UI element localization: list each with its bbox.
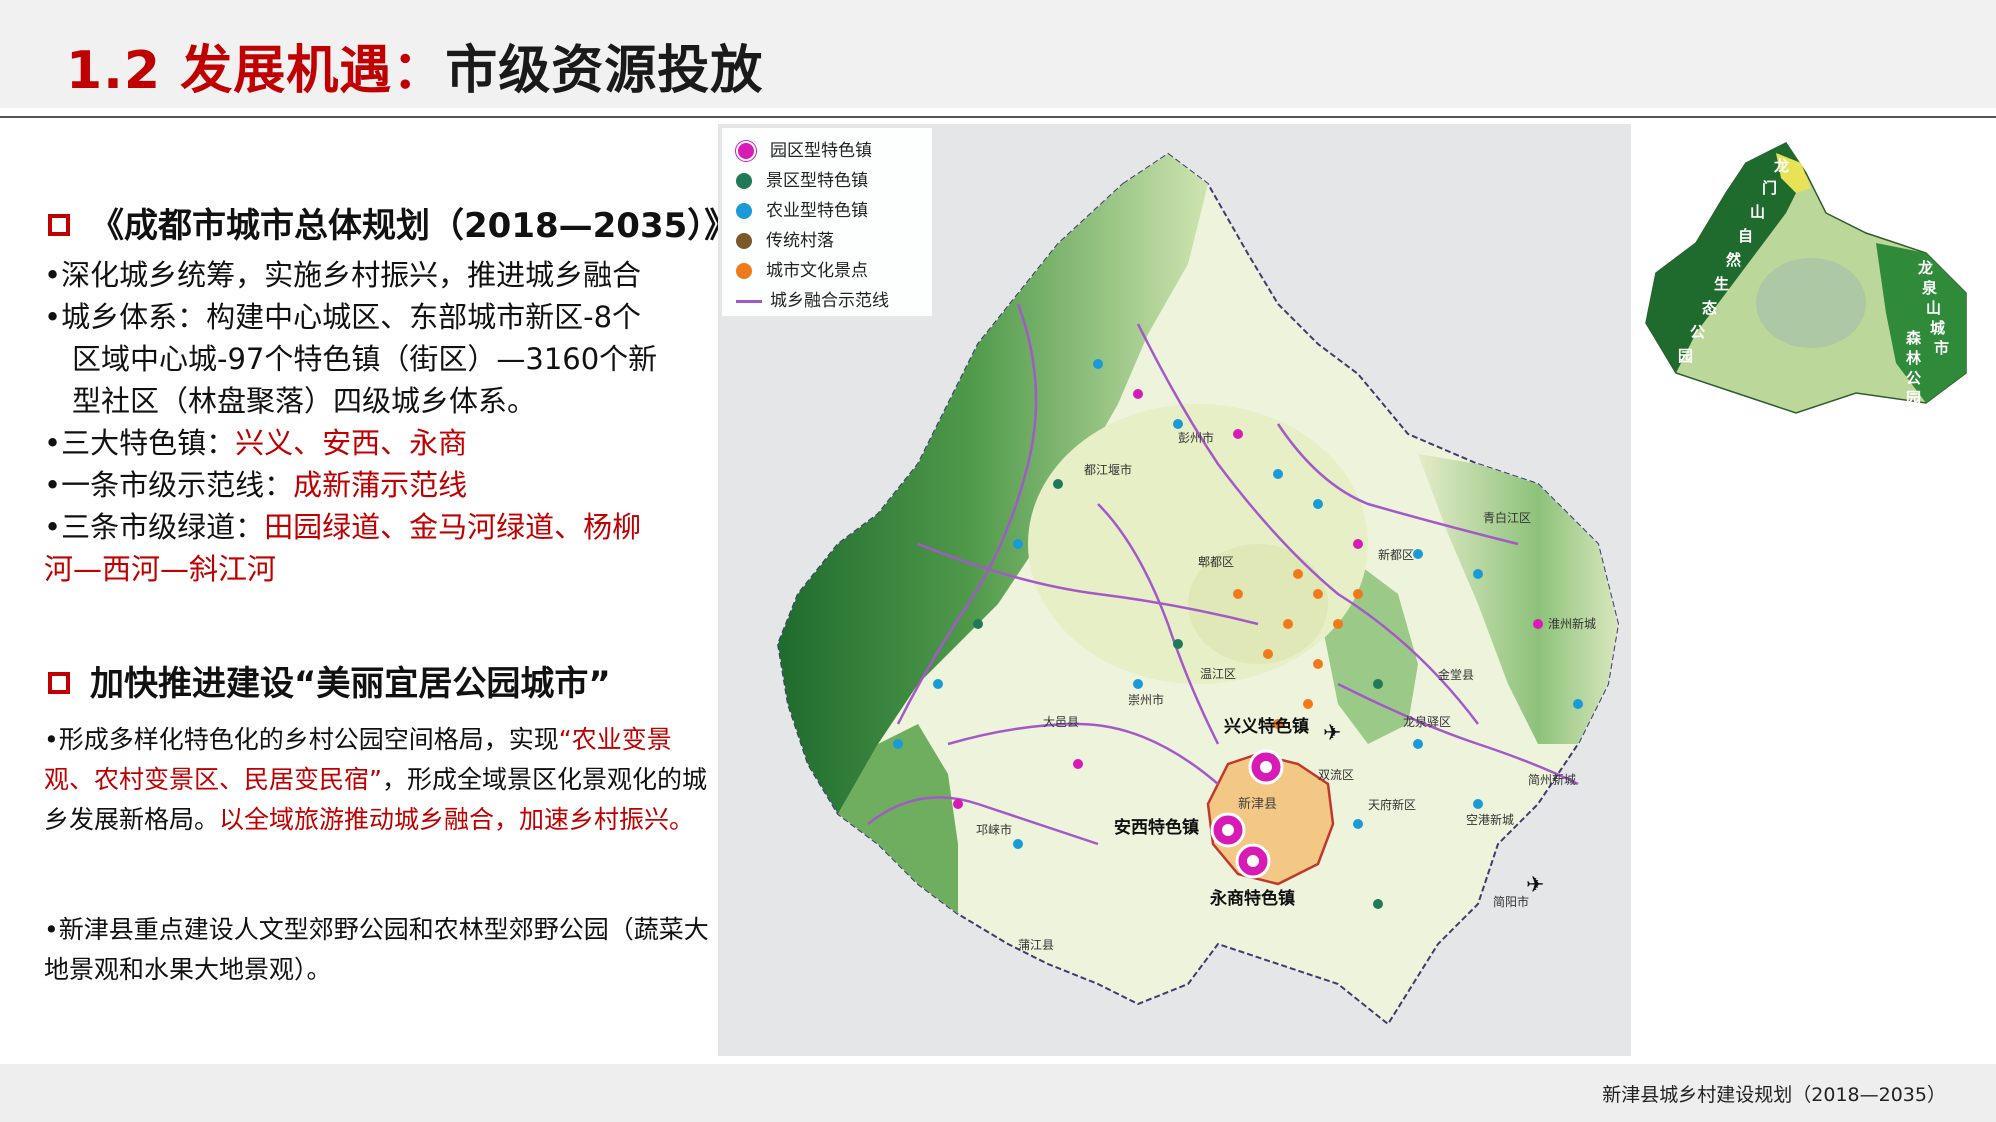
inset-char: 龙 xyxy=(1917,259,1933,277)
label-dujiangyan: 都江堰市 xyxy=(1084,462,1132,477)
green-dot-icon xyxy=(736,173,752,189)
footer-caption: 新津县城乡村建设规划（2018—2035） xyxy=(1602,1084,1946,1106)
section2-paragraph-2: •新津县重点建设人文型郊野公园和农林型郊野公园（蔬菜大地景观和水果大地景观）。 xyxy=(44,915,709,984)
label-yongshang: 永商特色镇 xyxy=(1209,888,1295,909)
section1-heading: 《成都市城市总体规划（2018—2035）》 xyxy=(48,198,738,247)
label-dayi: 大邑县 xyxy=(1043,715,1079,729)
section1-bullet-4: •一条市级示范线：成新蒲示范线 xyxy=(44,468,468,502)
page-title: 1.2 发展机遇：市级资源投放 xyxy=(66,28,763,103)
label-tianfu: 天府新区 xyxy=(1368,797,1416,812)
label-jianyang: 简阳市 xyxy=(1493,894,1529,909)
blue-dot-icon xyxy=(736,203,752,219)
inset-char: 山 xyxy=(1750,203,1765,221)
inset-svg: 龙 门 山 自 然 生 态 公 园 龙 泉 山 城 市 森 林 公 园 xyxy=(1645,142,1967,414)
label-kongang: 空港新城 xyxy=(1466,812,1514,827)
legend-item-demo-line: 城乡融合示范线 xyxy=(736,286,889,311)
inset-char: 森 xyxy=(1906,329,1922,347)
legend-item-park-town: 园区型特色镇 xyxy=(736,136,872,161)
inset-char: 城 xyxy=(1930,319,1945,337)
title-rest: 市级资源投放 xyxy=(445,41,764,101)
header-divider xyxy=(0,116,1996,118)
label-huaizhou: 淮州新城 xyxy=(1548,616,1596,631)
inset-char: 公 xyxy=(1690,323,1705,341)
section1-bullet-2-line3: 型社区（林盘聚落）四级城乡体系。 xyxy=(72,384,537,418)
section2-heading: 加快推进建设“美丽宜居公园城市” xyxy=(48,656,611,705)
inset-park-map: 龙 门 山 自 然 生 态 公 园 龙 泉 山 城 市 森 林 公 园 xyxy=(1636,133,1974,423)
legend-item-village: 传统村落 xyxy=(736,226,834,251)
label-pengzhou: 彭州市 xyxy=(1178,430,1214,445)
section1-bullet-2-line1: •城乡体系：构建中心城区、东部城市新区-8个 xyxy=(44,300,642,334)
inset-char: 林 xyxy=(1906,349,1922,367)
section2-paragraph-1: •形成多样化特色化的乡村公园空间格局，实现“农业变景观、农村变景区、民居变民宿”… xyxy=(44,725,707,834)
section1-bullet-1: •深化城乡统筹，实施乡村振兴，推进城乡融合 xyxy=(44,258,642,292)
label-qingbaijiang: 青白江区 xyxy=(1483,510,1531,525)
section1-bullet-2-line2: 区域中心城-97个特色镇（街区）—3160个新 xyxy=(72,342,658,376)
airport-icon: ✈ xyxy=(1323,721,1341,746)
label-longquan: 龙泉驿区 xyxy=(1403,715,1451,729)
section1-bullet-3: •三大特色镇：兴义、安西、永商 xyxy=(44,426,468,460)
inset-char: 然 xyxy=(1726,251,1741,269)
square-bullet-icon xyxy=(48,213,70,236)
label-shuangliu: 双流区 xyxy=(1318,768,1354,782)
inset-char: 市 xyxy=(1934,339,1949,357)
inset-city xyxy=(1756,258,1866,348)
label-qionglai: 邛崃市 xyxy=(976,822,1012,837)
inset-char: 龙 xyxy=(1773,157,1789,175)
magenta-dot-icon xyxy=(736,141,756,161)
purple-line-icon xyxy=(736,299,762,303)
label-chongzhou: 崇州市 xyxy=(1128,692,1164,707)
central-plain xyxy=(1028,404,1368,684)
square-bullet-icon xyxy=(48,671,70,694)
legend-item-culture: 城市文化景点 xyxy=(736,256,868,281)
title-number: 1.2 xyxy=(66,41,162,101)
inset-char: 态 xyxy=(1702,299,1717,317)
inset-char: 园 xyxy=(1678,347,1693,365)
label-xingyi: 兴义特色镇 xyxy=(1224,716,1309,737)
label-wenjiang: 温江区 xyxy=(1200,667,1236,681)
legend-item-agri-town: 农业型特色镇 xyxy=(736,196,868,221)
airport-icon-2: ✈ xyxy=(1526,873,1544,898)
section1-body: •深化城乡统筹，实施乡村振兴，推进城乡融合 •城乡体系：构建中心城区、东部城市新… xyxy=(44,254,724,590)
map-legend: 园区型特色镇 景区型特色镇 农业型特色镇 传统村落 城市文化景点 城乡融合示范线 xyxy=(722,128,932,316)
label-jianzhou: 简州新城 xyxy=(1528,772,1576,787)
section1-bullet-5-line2: 河—西河—斜江河 xyxy=(44,552,277,586)
label-jintang: 金堂县 xyxy=(1438,667,1474,682)
label-xindu: 新都区 xyxy=(1378,547,1414,562)
label-pujiang: 蒲江县 xyxy=(1018,938,1054,952)
label-pidu: 郫都区 xyxy=(1198,554,1234,569)
inset-char: 园 xyxy=(1906,389,1921,407)
inset-char: 门 xyxy=(1762,179,1777,197)
orange-dot-icon xyxy=(736,263,752,279)
inset-char: 山 xyxy=(1926,299,1941,317)
label-anxi: 安西特色镇 xyxy=(1114,817,1199,838)
village-icon xyxy=(736,233,752,249)
section1-bullet-5: •三条市级绿道：田园绿道、金马河绿道、杨柳 xyxy=(44,510,642,544)
inset-char: 生 xyxy=(1714,275,1729,293)
title-highlight: 发展机遇： xyxy=(180,41,446,101)
label-xinjin: 新津县 xyxy=(1238,796,1277,812)
legend-item-scenic-town: 景区型特色镇 xyxy=(736,166,868,191)
inset-char: 自 xyxy=(1738,227,1753,245)
inset-char: 公 xyxy=(1906,369,1921,387)
inset-char: 泉 xyxy=(1921,279,1938,297)
